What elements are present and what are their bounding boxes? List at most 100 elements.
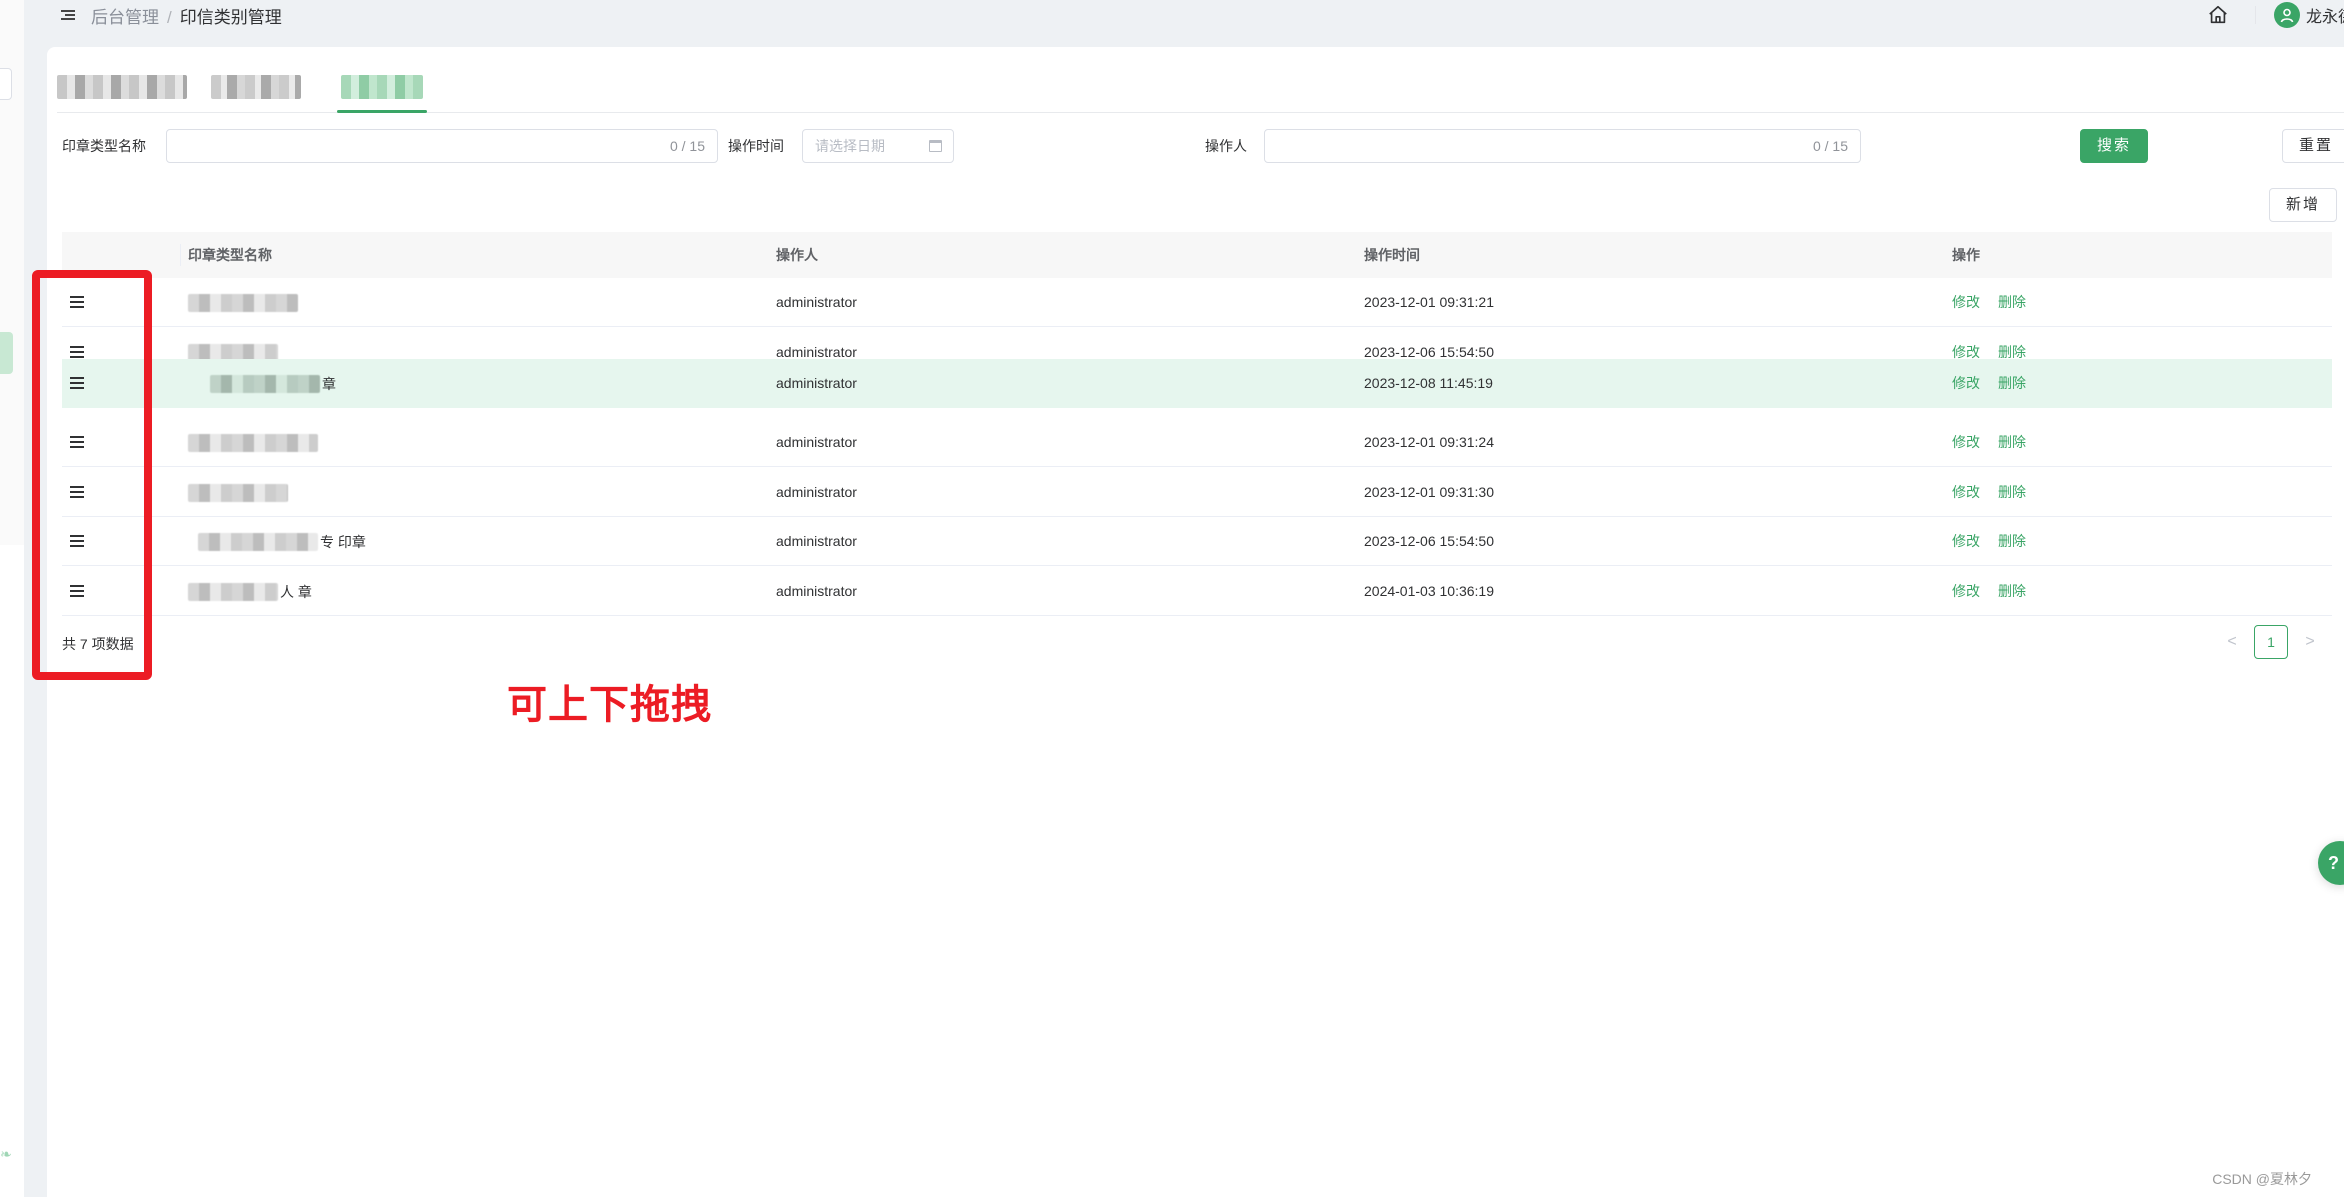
- delete-link[interactable]: 删除: [1998, 278, 2026, 327]
- delete-link[interactable]: 删除: [1998, 418, 2026, 467]
- operator-cell: administrator: [776, 294, 857, 310]
- seal-type-name: [188, 293, 300, 313]
- avatar[interactable]: [2274, 2, 2300, 28]
- header-separator: [180, 244, 181, 266]
- operator-cell: administrator: [776, 375, 857, 391]
- operator-cell: administrator: [776, 484, 857, 500]
- name-blurred: [188, 434, 318, 452]
- next-page-button[interactable]: >: [2296, 633, 2324, 651]
- seal-type-char-count: 0 / 15: [669, 138, 705, 154]
- name-blurred: [188, 294, 298, 312]
- tab-bar: [57, 47, 2344, 113]
- name-blurred: [210, 375, 320, 393]
- time-cell: 2023-12-01 09:31:30: [1364, 484, 1494, 500]
- breadcrumb-parent[interactable]: 后台管理: [91, 8, 159, 27]
- table-row[interactable]: administrator 2023-12-01 09:31:30 修改 删除: [62, 468, 2332, 517]
- operator-cell: administrator: [776, 583, 857, 599]
- tab-active-indicator: [337, 110, 427, 113]
- sidebar-collapse-button[interactable]: [0, 68, 12, 100]
- sidebar-edge: ❧: [0, 0, 24, 1197]
- seal-type-label: 印章类型名称: [62, 138, 146, 154]
- table-header: 印章类型名称 操作人 操作时间 操作: [62, 232, 2332, 278]
- operator-label: 操作人: [1205, 138, 1247, 154]
- time-cell: 2023-12-08 11:45:19: [1364, 375, 1493, 391]
- name-blurred: [198, 533, 318, 551]
- user-name[interactable]: 龙永德: [2306, 3, 2344, 27]
- table-row-dragging[interactable]: 章 administrator 2023-12-08 11:45:19 修改 删除: [62, 359, 2332, 408]
- reset-button[interactable]: 重置: [2282, 129, 2344, 163]
- column-header-actions: 操作: [1952, 247, 1980, 263]
- seal-type-name: 章: [210, 374, 336, 394]
- search-form: 印章类型名称 0 / 15 操作时间 请选择日期 操作人 0 / 15 搜索 重…: [62, 129, 2344, 163]
- tab-label-blurred: [341, 75, 423, 99]
- seal-type-input[interactable]: 0 / 15: [166, 129, 718, 163]
- seal-type-name: 专 印章: [198, 532, 366, 552]
- table-row[interactable]: 人 章 administrator 2024-01-03 10:36:19 修改 删除: [62, 567, 2332, 616]
- breadcrumb-current: 印信类别管理: [179, 7, 282, 27]
- name-blurred: [188, 583, 278, 601]
- op-time-datepicker[interactable]: 请选择日期: [802, 129, 954, 163]
- help-icon: ?: [2328, 852, 2339, 873]
- annotation-highlight-box: [32, 270, 152, 680]
- seal-type-table: 印章类型名称 操作人 操作时间 操作 administrator 2023-12-…: [62, 232, 2332, 616]
- edit-link[interactable]: 修改: [1952, 418, 1980, 467]
- time-cell: 2023-12-01 09:31:21: [1364, 294, 1494, 310]
- operator-cell: administrator: [776, 533, 857, 549]
- edit-link[interactable]: 修改: [1952, 359, 1980, 408]
- name-visible-part: 专 印章: [320, 534, 366, 550]
- breadcrumb-separator: /: [167, 7, 172, 27]
- delete-link[interactable]: 删除: [1998, 517, 2026, 566]
- search-button[interactable]: 搜索: [2080, 129, 2148, 163]
- tab-label-blurred: [211, 75, 301, 99]
- name-blurred: [188, 484, 288, 502]
- table-row[interactable]: administrator 2023-12-01 09:31:21 修改 删除: [62, 278, 2332, 327]
- divider: [2255, 6, 2256, 24]
- pagination: < 1 >: [2218, 625, 2324, 659]
- seal-type-name: [188, 433, 320, 453]
- user-icon: [2280, 8, 2294, 23]
- column-header-operator: 操作人: [776, 247, 818, 263]
- tab-label-blurred: [57, 75, 187, 99]
- operator-input[interactable]: 0 / 15: [1264, 129, 1861, 163]
- tab-3-active[interactable]: [337, 75, 427, 113]
- prev-page-button[interactable]: <: [2218, 633, 2246, 651]
- tab-2[interactable]: [211, 75, 301, 99]
- sidebar-lower: [0, 545, 24, 1197]
- seal-type-name: [188, 483, 290, 503]
- seal-type-name: 人 章: [188, 582, 312, 602]
- operator-char-count: 0 / 15: [1812, 138, 1848, 154]
- table-row[interactable]: administrator 2023-12-01 09:31:24 修改 删除: [62, 418, 2332, 467]
- delete-link[interactable]: 删除: [1998, 567, 2026, 616]
- top-bar: 后台管理 / 印信类别管理 龙永德: [47, 0, 2344, 30]
- leaf-icon: ❧: [0, 1146, 12, 1162]
- op-time-label: 操作时间: [728, 138, 784, 154]
- add-button[interactable]: 新增: [2269, 188, 2337, 222]
- edit-link[interactable]: 修改: [1952, 278, 1980, 327]
- home-icon[interactable]: [2207, 4, 2229, 26]
- edit-link[interactable]: 修改: [1952, 517, 1980, 566]
- sidebar-active-item[interactable]: [0, 332, 13, 374]
- tab-1[interactable]: [57, 75, 187, 99]
- name-visible-part: 章: [322, 376, 336, 392]
- breadcrumb: 后台管理 / 印信类别管理: [91, 3, 282, 28]
- calendar-icon: [929, 140, 942, 152]
- main-card: 印章类型名称 0 / 15 操作时间 请选择日期 操作人 0 / 15 搜索 重…: [47, 47, 2344, 1197]
- edit-link[interactable]: 修改: [1952, 468, 1980, 517]
- delete-link[interactable]: 删除: [1998, 468, 2026, 517]
- column-header-time: 操作时间: [1364, 247, 1420, 263]
- menu-fold-icon[interactable]: [61, 7, 83, 23]
- table-row[interactable]: 专 印章 administrator 2023-12-06 15:54:50 修改 删除: [62, 517, 2332, 566]
- time-cell: 2024-01-03 10:36:19: [1364, 583, 1494, 599]
- name-visible-part: 人 章: [280, 584, 312, 600]
- operator-cell: administrator: [776, 434, 857, 450]
- edit-link[interactable]: 修改: [1952, 567, 1980, 616]
- time-cell: 2023-12-06 15:54:50: [1364, 533, 1494, 549]
- page-1-button[interactable]: 1: [2254, 625, 2288, 659]
- column-header-name: 印章类型名称: [188, 247, 272, 263]
- time-cell: 2023-12-01 09:31:24: [1364, 434, 1494, 450]
- delete-link[interactable]: 删除: [1998, 359, 2026, 408]
- annotation-text: 可上下拖拽: [507, 683, 712, 727]
- watermark: CSDN @夏林夕: [2212, 1171, 2312, 1187]
- help-button[interactable]: ?: [2318, 841, 2344, 885]
- op-time-placeholder: 请选择日期: [815, 138, 885, 154]
